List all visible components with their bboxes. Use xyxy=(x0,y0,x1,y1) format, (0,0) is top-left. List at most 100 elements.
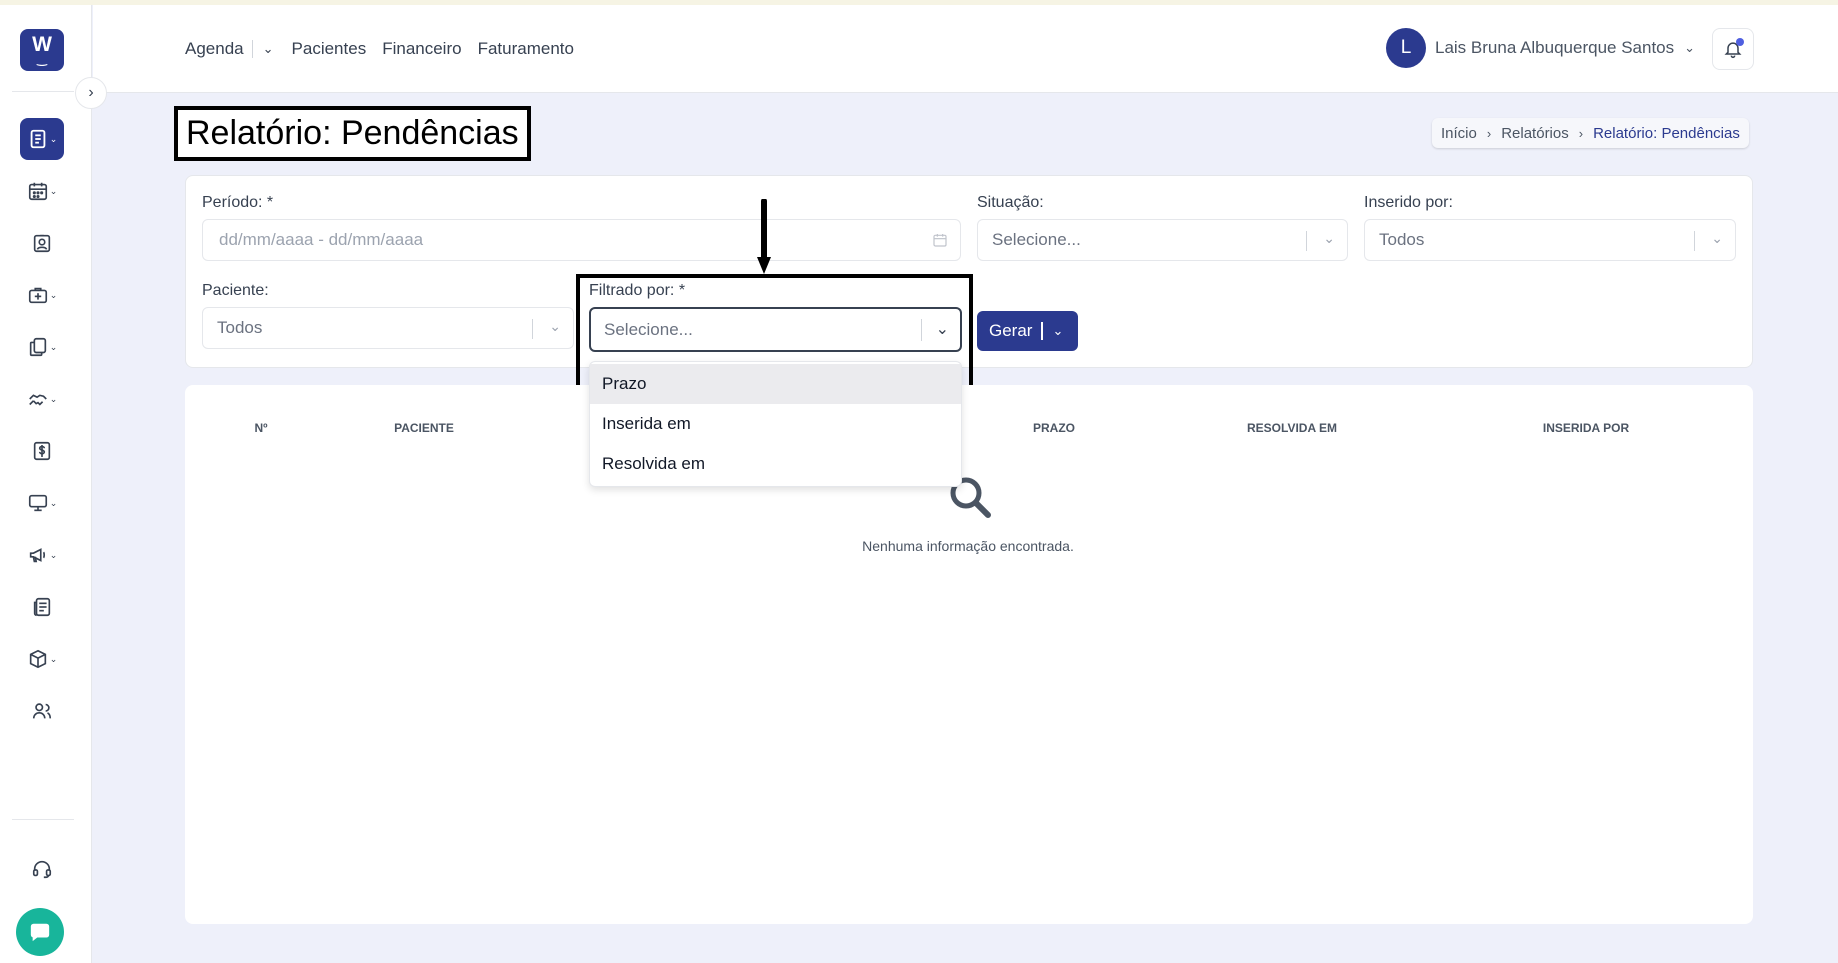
monitor-icon xyxy=(28,494,47,512)
top-nav-financeiro[interactable]: Financeiro xyxy=(382,39,461,59)
periodo-input[interactable]: dd/mm/aaaa - dd/mm/aaaa xyxy=(202,219,961,261)
results-table xyxy=(185,385,1753,924)
app-logo[interactable]: W ‿ xyxy=(20,29,64,71)
notifications-button[interactable] xyxy=(1712,28,1754,70)
chevron-right-icon: › xyxy=(1578,125,1584,141)
situacao-label: Situação: xyxy=(977,194,1044,211)
option-resolvida-em[interactable]: Resolvida em xyxy=(590,444,961,484)
sidebar-item-documents[interactable]: ⌄ xyxy=(20,326,64,368)
top-bar: Agenda ⌄ Pacientes Financeiro Faturament… xyxy=(93,5,1838,93)
sidebar-toggle-button[interactable]: › xyxy=(75,77,107,109)
chevron-down-icon: ⌄ xyxy=(49,289,58,300)
book-icon xyxy=(30,129,46,149)
breadcrumb-relatorios[interactable]: Relatórios xyxy=(1501,125,1569,142)
chevron-down-icon: ⌄ xyxy=(49,393,58,404)
chevron-down-icon: ⌄ xyxy=(1052,323,1064,338)
chevron-down-icon[interactable]: ⌄ xyxy=(263,41,274,57)
column-header-inserida-por[interactable]: INSERIDA POR xyxy=(1543,421,1629,435)
dollar-icon xyxy=(33,441,51,461)
calendar-icon xyxy=(28,182,47,201)
sidebar-item-telemedicine[interactable]: ⌄ xyxy=(20,482,64,524)
chevron-right-icon: › xyxy=(1486,125,1492,141)
chat-button[interactable] xyxy=(16,908,64,956)
handshake-icon xyxy=(28,394,47,406)
breadcrumb: Início › Relatórios › Relatório: Pendênc… xyxy=(1432,118,1749,148)
user-menu[interactable]: L Lais Bruna Albuquerque Santos ⌄ xyxy=(1386,28,1695,68)
sidebar-item-support[interactable] xyxy=(20,848,64,890)
situacao-select[interactable]: Selecione... ⌄ xyxy=(977,219,1348,261)
paciente-select[interactable]: Todos ⌄ xyxy=(202,307,574,349)
sidebar: W ‿ ⌄ ⌄ ⌄ ⌄ ⌄ ⌄ ⌄ ⌄ xyxy=(0,5,92,963)
gerar-label: Gerar xyxy=(989,321,1033,340)
box-icon xyxy=(29,649,46,669)
periodo-placeholder: dd/mm/aaaa - dd/mm/aaaa xyxy=(219,230,424,249)
breadcrumb-inicio[interactable]: Início xyxy=(1441,125,1477,142)
chevron-down-icon: ⌄ xyxy=(1684,40,1696,55)
chevron-down-icon: ⌄ xyxy=(49,549,58,560)
breadcrumb-current: Relatório: Pendências xyxy=(1593,124,1740,142)
top-nav-pacientes[interactable]: Pacientes xyxy=(292,39,367,59)
top-nav-faturamento[interactable]: Faturamento xyxy=(478,39,574,59)
patient-badge-icon xyxy=(33,234,51,253)
filtrado-por-value: Selecione... xyxy=(604,319,693,339)
filtrado-por-dropdown: Prazo Inserida em Resolvida em xyxy=(589,361,962,487)
top-nav-separator xyxy=(251,40,253,58)
chevron-right-icon: › xyxy=(88,84,94,101)
calendar-icon xyxy=(933,234,947,247)
logo-smile: ‿ xyxy=(37,52,47,66)
sidebar-item-stock[interactable]: ⌄ xyxy=(20,638,64,680)
sidebar-item-clinical[interactable]: ⌄ xyxy=(20,274,64,316)
user-name: Lais Bruna Albuquerque Santos xyxy=(1435,38,1675,57)
gerar-button[interactable]: Gerar ⌄ xyxy=(977,311,1078,351)
inserido-por-select[interactable]: Todos ⌄ xyxy=(1364,219,1736,261)
sidebar-divider xyxy=(12,91,74,92)
inserido-por-label: Inserido por: xyxy=(1364,194,1453,211)
sidebar-item-news[interactable] xyxy=(20,586,64,628)
sidebar-item-users[interactable] xyxy=(20,690,64,732)
column-header-resolvida-em[interactable]: RESOLVIDA EM xyxy=(1247,421,1337,435)
paciente-label: Paciente: xyxy=(202,282,269,299)
chat-icon xyxy=(30,923,50,942)
medical-kit-icon xyxy=(28,287,47,304)
megaphone-icon xyxy=(29,548,45,563)
option-prazo[interactable]: Prazo xyxy=(590,364,961,404)
chevron-down-icon: ⌄ xyxy=(1323,230,1335,246)
button-separator xyxy=(1041,322,1044,340)
sidebar-item-agenda[interactable]: ⌄ xyxy=(20,170,64,212)
sidebar-item-reports[interactable]: ⌄ xyxy=(20,118,64,160)
filtrado-por-label: Filtrado por: * xyxy=(589,282,686,299)
sidebar-item-finance[interactable] xyxy=(20,430,64,472)
situacao-value: Selecione... xyxy=(992,230,1081,249)
empty-state-message: Nenhuma informação encontrada. xyxy=(862,538,1074,554)
headset-icon xyxy=(32,860,52,879)
select-separator xyxy=(1306,231,1307,251)
sidebar-item-agreements[interactable]: ⌄ xyxy=(20,378,64,420)
chevron-down-icon: ⌄ xyxy=(549,318,561,334)
chevron-down-icon: ⌄ xyxy=(49,185,58,196)
page-title: Relatório: Pendências xyxy=(174,106,531,161)
column-header-numero[interactable]: Nº xyxy=(254,421,267,435)
sidebar-item-marketing[interactable]: ⌄ xyxy=(20,534,64,576)
chevron-down-icon: ⌄ xyxy=(49,497,58,508)
sidebar-item-patients[interactable] xyxy=(20,222,64,264)
select-separator xyxy=(1694,231,1695,251)
select-separator xyxy=(921,319,922,341)
filtrado-por-select[interactable]: Selecione... ⌄ xyxy=(589,307,962,352)
sidebar-divider xyxy=(12,819,74,820)
select-separator xyxy=(532,319,533,339)
chevron-down-icon: ⌄ xyxy=(49,133,58,144)
column-header-paciente[interactable]: PACIENTE xyxy=(394,421,454,435)
avatar: L xyxy=(1386,28,1426,68)
chevron-down-icon: ⌄ xyxy=(1711,230,1723,246)
column-header-prazo[interactable]: PRAZO xyxy=(1033,421,1075,435)
users-icon xyxy=(32,703,52,719)
chevron-down-icon: ⌄ xyxy=(935,321,949,338)
paciente-value: Todos xyxy=(217,318,263,337)
periodo-label: Período: * xyxy=(202,194,274,211)
newspaper-icon xyxy=(33,597,51,617)
top-nav: Agenda ⌄ Pacientes Financeiro Faturament… xyxy=(185,39,590,59)
option-inserida-em[interactable]: Inserida em xyxy=(590,404,961,444)
annotation-arrow xyxy=(757,199,771,274)
chevron-down-icon: ⌄ xyxy=(49,653,58,664)
top-nav-agenda[interactable]: Agenda xyxy=(185,39,244,59)
